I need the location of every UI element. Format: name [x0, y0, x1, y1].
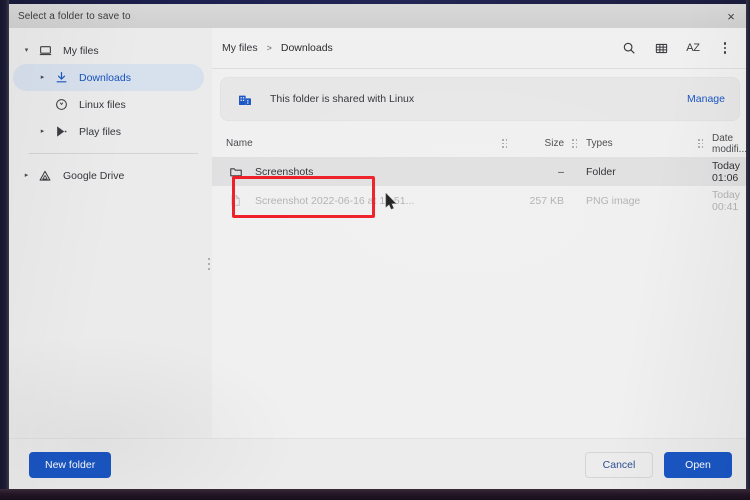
table-row: Screenshot 2022-06-16 at 12.51... 257 KB…	[212, 186, 748, 215]
expand-arrow-icon[interactable]: ▸	[35, 128, 50, 135]
sort-az-label: AZ	[686, 42, 700, 54]
dialog-titlebar: Select a folder to save to ×	[7, 4, 748, 28]
linux-icon	[50, 98, 72, 111]
breadcrumb-root[interactable]: My files	[222, 42, 258, 54]
dialog-footer: New folder Cancel Open	[7, 438, 748, 491]
computer-icon	[34, 44, 56, 57]
open-button[interactable]: Open	[664, 452, 732, 478]
screen-left-bezel	[0, 0, 9, 500]
sidebar-item-label: Downloads	[79, 71, 131, 84]
footer-actions: Cancel Open	[585, 452, 732, 478]
download-icon	[50, 71, 72, 84]
manage-link[interactable]: Manage	[687, 93, 725, 105]
row-date: Today 01:06	[712, 159, 741, 184]
sidebar-item-linux-files[interactable]: ▸ Linux files	[13, 91, 204, 118]
grid-view-icon[interactable]	[646, 33, 676, 63]
row-type: PNG image	[586, 194, 641, 207]
content-pane: My files > Downloads AZ This folder is s…	[212, 28, 748, 438]
dialog-body: ▾ My files ▸ Downloads Linux files ▸ Pla…	[7, 28, 748, 438]
column-resize-handle[interactable]	[690, 139, 712, 148]
expand-arrow-icon[interactable]: ▸	[35, 74, 50, 81]
column-resize-handle[interactable]	[494, 139, 516, 148]
sidebar-item-play-files[interactable]: ▸ Play files	[13, 118, 204, 145]
more-options-icon[interactable]	[710, 33, 740, 63]
toolbar: My files > Downloads AZ	[212, 28, 748, 69]
breadcrumb-current[interactable]: Downloads	[281, 42, 333, 54]
sidebar-item-label: Linux files	[79, 98, 126, 111]
linux-share-icon	[234, 88, 256, 110]
dialog-title: Select a folder to save to	[18, 10, 131, 22]
row-size: 257 KB	[529, 194, 564, 207]
sidebar-item-label: Google Drive	[63, 169, 125, 182]
new-folder-button[interactable]: New folder	[29, 452, 112, 478]
sort-az-icon[interactable]: AZ	[678, 33, 708, 63]
folder-icon	[226, 165, 245, 179]
banner-message: This folder is shared with Linux	[270, 93, 415, 105]
sidebar-item-label: Play files	[79, 125, 122, 138]
search-icon[interactable]	[614, 33, 644, 63]
column-header-size[interactable]: Size	[516, 138, 564, 149]
sidebar-divider	[29, 153, 198, 154]
screen-bottom-bezel	[0, 489, 750, 500]
column-header-date-label: Date modifi...	[712, 132, 748, 155]
cancel-button[interactable]: Cancel	[585, 452, 653, 478]
row-name-cell: Screenshot 2022-06-16 at 12.51...	[226, 194, 494, 207]
banner-wrapper: This folder is shared with Linux Manage	[212, 69, 748, 120]
row-type: Folder	[586, 165, 616, 178]
row-name-cell: Screenshots	[226, 165, 494, 179]
close-icon[interactable]: ×	[723, 8, 739, 24]
column-header-name[interactable]: Name	[226, 138, 494, 149]
breadcrumb: My files > Downloads	[222, 42, 333, 54]
sidebar: ▾ My files ▸ Downloads Linux files ▸ Pla…	[7, 28, 215, 438]
sidebar-item-label: My files	[63, 44, 99, 57]
sidebar-item-downloads[interactable]: ▸ Downloads	[13, 64, 204, 91]
file-list-header: Name Size Types Date modifi... ↓	[212, 130, 748, 157]
row-name-text: Screenshots	[255, 165, 314, 178]
row-date: Today 00:41	[712, 188, 741, 213]
google-drive-icon	[34, 169, 56, 183]
sidebar-item-my-files[interactable]: ▾ My files	[13, 37, 204, 64]
breadcrumb-separator-icon: >	[266, 43, 272, 53]
select-folder-dialog: Select a folder to save to × ▾ My files	[7, 4, 748, 491]
expand-arrow-icon[interactable]: ▸	[19, 172, 34, 179]
row-size: –	[558, 165, 564, 178]
row-name-text: Screenshot 2022-06-16 at 12.51...	[255, 194, 415, 207]
column-header-date-modified[interactable]: Date modifi... ↓	[712, 133, 748, 155]
column-header-types[interactable]: Types	[586, 138, 690, 149]
table-row[interactable]: Screenshots – Folder Today 01:06	[212, 157, 748, 186]
screen-right-bezel	[746, 0, 750, 500]
sidebar-item-google-drive[interactable]: ▸ Google Drive	[13, 162, 204, 189]
image-file-icon	[226, 194, 245, 207]
play-store-icon	[50, 125, 72, 138]
linux-share-banner: This folder is shared with Linux Manage	[221, 78, 739, 120]
column-resize-handle[interactable]	[564, 139, 586, 148]
expand-arrow-icon[interactable]: ▾	[19, 47, 34, 54]
kebab-dots	[723, 42, 727, 54]
screen-photo: Select a folder to save to × ▾ My files	[0, 0, 750, 500]
